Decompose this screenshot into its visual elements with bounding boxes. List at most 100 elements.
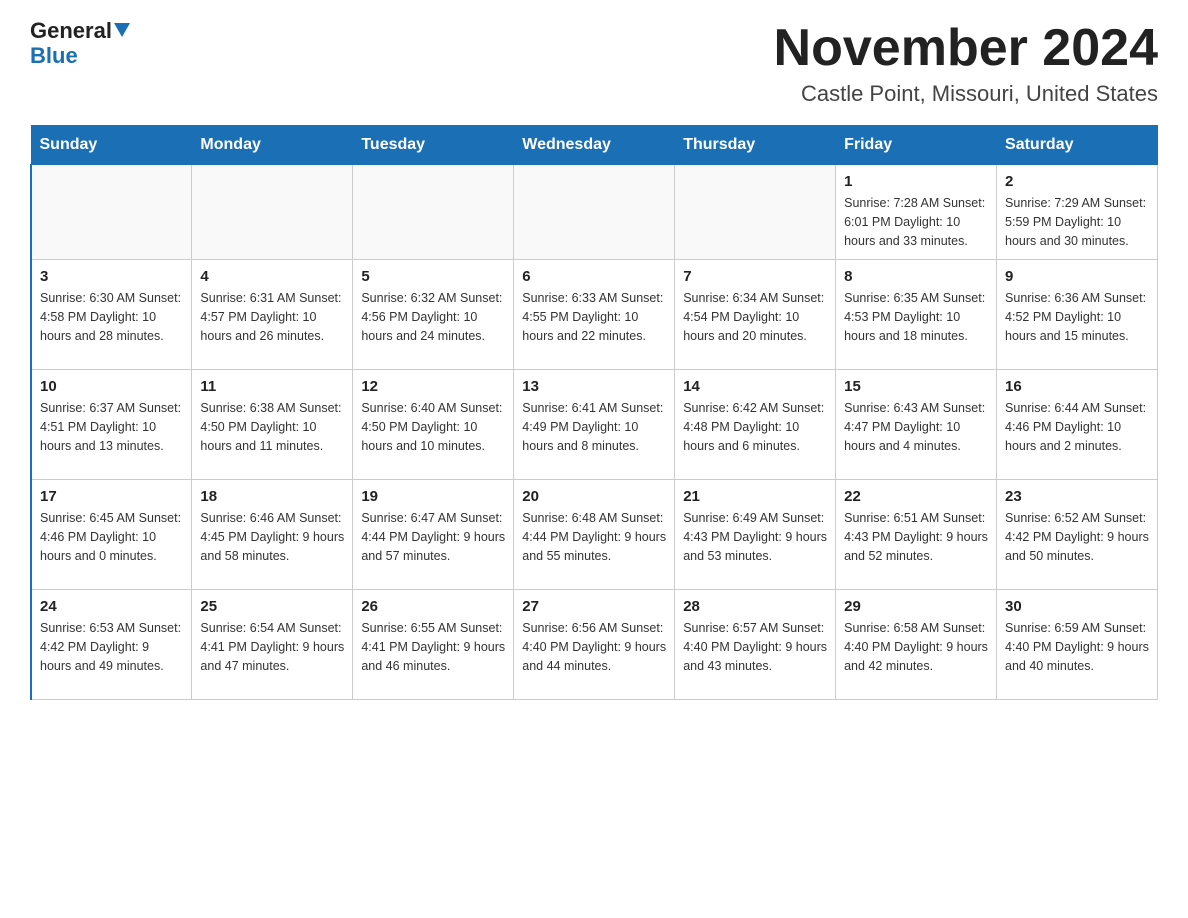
- day-number: 23: [1005, 488, 1149, 505]
- day-number: 16: [1005, 378, 1149, 395]
- day-number: 29: [844, 598, 988, 615]
- day-number: 3: [40, 268, 183, 285]
- calendar-cell: 10 Sunrise: 6:37 AM Sunset: 4:51 PM Dayli…: [31, 370, 192, 480]
- calendar-cell: 4 Sunrise: 6:31 AM Sunset: 4:57 PM Daylig…: [192, 260, 353, 370]
- day-number: 1: [844, 173, 988, 190]
- logo-line2: Blue: [30, 43, 78, 69]
- day-info: Sunrise: 6:37 AM Sunset: 4:51 PM Dayligh…: [40, 399, 183, 455]
- calendar-cell: 2 Sunrise: 7:29 AM Sunset: 5:59 PM Daylig…: [997, 165, 1158, 260]
- calendar-title: November 2024: [774, 20, 1158, 77]
- col-header-friday: Friday: [836, 126, 997, 165]
- calendar-week-row: 1 Sunrise: 7:28 AM Sunset: 6:01 PM Daylig…: [31, 165, 1158, 260]
- col-header-sunday: Sunday: [31, 126, 192, 165]
- col-header-wednesday: Wednesday: [514, 126, 675, 165]
- day-info: Sunrise: 7:28 AM Sunset: 6:01 PM Dayligh…: [844, 194, 988, 250]
- col-header-monday: Monday: [192, 126, 353, 165]
- day-info: Sunrise: 6:42 AM Sunset: 4:48 PM Dayligh…: [683, 399, 827, 455]
- logo: General Blue: [30, 20, 130, 69]
- day-info: Sunrise: 6:31 AM Sunset: 4:57 PM Dayligh…: [200, 289, 344, 345]
- day-number: 4: [200, 268, 344, 285]
- calendar-cell: 22 Sunrise: 6:51 AM Sunset: 4:43 PM Dayli…: [836, 480, 997, 590]
- calendar-cell: 28 Sunrise: 6:57 AM Sunset: 4:40 PM Dayli…: [675, 590, 836, 700]
- day-number: 9: [1005, 268, 1149, 285]
- day-number: 18: [200, 488, 344, 505]
- day-number: 30: [1005, 598, 1149, 615]
- day-number: 27: [522, 598, 666, 615]
- calendar-cell: [31, 165, 192, 260]
- day-number: 28: [683, 598, 827, 615]
- day-info: Sunrise: 6:38 AM Sunset: 4:50 PM Dayligh…: [200, 399, 344, 455]
- day-info: Sunrise: 6:30 AM Sunset: 4:58 PM Dayligh…: [40, 289, 183, 345]
- calendar-cell: 27 Sunrise: 6:56 AM Sunset: 4:40 PM Dayli…: [514, 590, 675, 700]
- calendar-cell: 1 Sunrise: 7:28 AM Sunset: 6:01 PM Daylig…: [836, 165, 997, 260]
- col-header-tuesday: Tuesday: [353, 126, 514, 165]
- calendar-header-row: SundayMondayTuesdayWednesdayThursdayFrid…: [31, 126, 1158, 165]
- col-header-saturday: Saturday: [997, 126, 1158, 165]
- calendar-cell: [192, 165, 353, 260]
- day-info: Sunrise: 6:57 AM Sunset: 4:40 PM Dayligh…: [683, 619, 827, 675]
- day-info: Sunrise: 6:47 AM Sunset: 4:44 PM Dayligh…: [361, 509, 505, 565]
- day-info: Sunrise: 6:46 AM Sunset: 4:45 PM Dayligh…: [200, 509, 344, 565]
- calendar-cell: 14 Sunrise: 6:42 AM Sunset: 4:48 PM Dayli…: [675, 370, 836, 480]
- calendar-cell: 7Sunrise: 6:34 AM Sunset: 4:54 PM Daylig…: [675, 260, 836, 370]
- day-info: Sunrise: 6:56 AM Sunset: 4:40 PM Dayligh…: [522, 619, 666, 675]
- day-number: 17: [40, 488, 183, 505]
- day-number: 19: [361, 488, 505, 505]
- calendar-cell: 19 Sunrise: 6:47 AM Sunset: 4:44 PM Dayli…: [353, 480, 514, 590]
- day-number: 20: [522, 488, 666, 505]
- calendar-cell: 5Sunrise: 6:32 AM Sunset: 4:56 PM Daylig…: [353, 260, 514, 370]
- day-number: 10: [40, 378, 183, 395]
- day-number: 25: [200, 598, 344, 615]
- day-info: Sunrise: 6:35 AM Sunset: 4:53 PM Dayligh…: [844, 289, 988, 345]
- logo-blue: Blue: [30, 43, 78, 68]
- calendar-cell: 18 Sunrise: 6:46 AM Sunset: 4:45 PM Dayli…: [192, 480, 353, 590]
- calendar-cell: 16 Sunrise: 6:44 AM Sunset: 4:46 PM Dayli…: [997, 370, 1158, 480]
- day-number: 12: [361, 378, 505, 395]
- calendar-week-row: 17Sunrise: 6:45 AM Sunset: 4:46 PM Dayli…: [31, 480, 1158, 590]
- logo-general: General: [30, 18, 130, 43]
- day-number: 5: [361, 268, 505, 285]
- calendar-cell: 30 Sunrise: 6:59 AM Sunset: 4:40 PM Dayli…: [997, 590, 1158, 700]
- calendar-cell: 26Sunrise: 6:55 AM Sunset: 4:41 PM Dayli…: [353, 590, 514, 700]
- calendar-cell: [675, 165, 836, 260]
- day-info: Sunrise: 6:49 AM Sunset: 4:43 PM Dayligh…: [683, 509, 827, 565]
- day-info: Sunrise: 6:54 AM Sunset: 4:41 PM Dayligh…: [200, 619, 344, 675]
- day-info: Sunrise: 6:52 AM Sunset: 4:42 PM Dayligh…: [1005, 509, 1149, 565]
- calendar-cell: 15 Sunrise: 6:43 AM Sunset: 4:47 PM Dayli…: [836, 370, 997, 480]
- day-number: 14: [683, 378, 827, 395]
- day-info: Sunrise: 6:36 AM Sunset: 4:52 PM Dayligh…: [1005, 289, 1149, 345]
- day-info: Sunrise: 6:51 AM Sunset: 4:43 PM Dayligh…: [844, 509, 988, 565]
- calendar-table: SundayMondayTuesdayWednesdayThursdayFrid…: [30, 125, 1158, 700]
- calendar-week-row: 24Sunrise: 6:53 AM Sunset: 4:42 PM Dayli…: [31, 590, 1158, 700]
- title-area: November 2024 Castle Point, Missouri, Un…: [774, 20, 1158, 107]
- day-info: Sunrise: 6:55 AM Sunset: 4:41 PM Dayligh…: [361, 619, 505, 675]
- day-info: Sunrise: 6:58 AM Sunset: 4:40 PM Dayligh…: [844, 619, 988, 675]
- calendar-cell: 20 Sunrise: 6:48 AM Sunset: 4:44 PM Dayli…: [514, 480, 675, 590]
- calendar-week-row: 3 Sunrise: 6:30 AM Sunset: 4:58 PM Daylig…: [31, 260, 1158, 370]
- logo-triangle-icon: [114, 23, 130, 37]
- day-info: Sunrise: 6:48 AM Sunset: 4:44 PM Dayligh…: [522, 509, 666, 565]
- day-number: 13: [522, 378, 666, 395]
- calendar-cell: 3 Sunrise: 6:30 AM Sunset: 4:58 PM Daylig…: [31, 260, 192, 370]
- calendar-cell: 13Sunrise: 6:41 AM Sunset: 4:49 PM Dayli…: [514, 370, 675, 480]
- col-header-thursday: Thursday: [675, 126, 836, 165]
- calendar-cell: 8 Sunrise: 6:35 AM Sunset: 4:53 PM Daylig…: [836, 260, 997, 370]
- calendar-cell: 29 Sunrise: 6:58 AM Sunset: 4:40 PM Dayli…: [836, 590, 997, 700]
- day-number: 15: [844, 378, 988, 395]
- calendar-cell: [353, 165, 514, 260]
- day-info: Sunrise: 6:34 AM Sunset: 4:54 PM Dayligh…: [683, 289, 827, 345]
- calendar-cell: 24Sunrise: 6:53 AM Sunset: 4:42 PM Dayli…: [31, 590, 192, 700]
- calendar-cell: 11 Sunrise: 6:38 AM Sunset: 4:50 PM Dayli…: [192, 370, 353, 480]
- day-number: 2: [1005, 173, 1149, 190]
- day-number: 11: [200, 378, 344, 395]
- day-info: Sunrise: 6:33 AM Sunset: 4:55 PM Dayligh…: [522, 289, 666, 345]
- day-number: 21: [683, 488, 827, 505]
- day-number: 22: [844, 488, 988, 505]
- day-info: Sunrise: 7:29 AM Sunset: 5:59 PM Dayligh…: [1005, 194, 1149, 250]
- day-info: Sunrise: 6:59 AM Sunset: 4:40 PM Dayligh…: [1005, 619, 1149, 675]
- day-number: 6: [522, 268, 666, 285]
- day-info: Sunrise: 6:44 AM Sunset: 4:46 PM Dayligh…: [1005, 399, 1149, 455]
- day-info: Sunrise: 6:43 AM Sunset: 4:47 PM Dayligh…: [844, 399, 988, 455]
- day-number: 8: [844, 268, 988, 285]
- calendar-subtitle: Castle Point, Missouri, United States: [774, 81, 1158, 107]
